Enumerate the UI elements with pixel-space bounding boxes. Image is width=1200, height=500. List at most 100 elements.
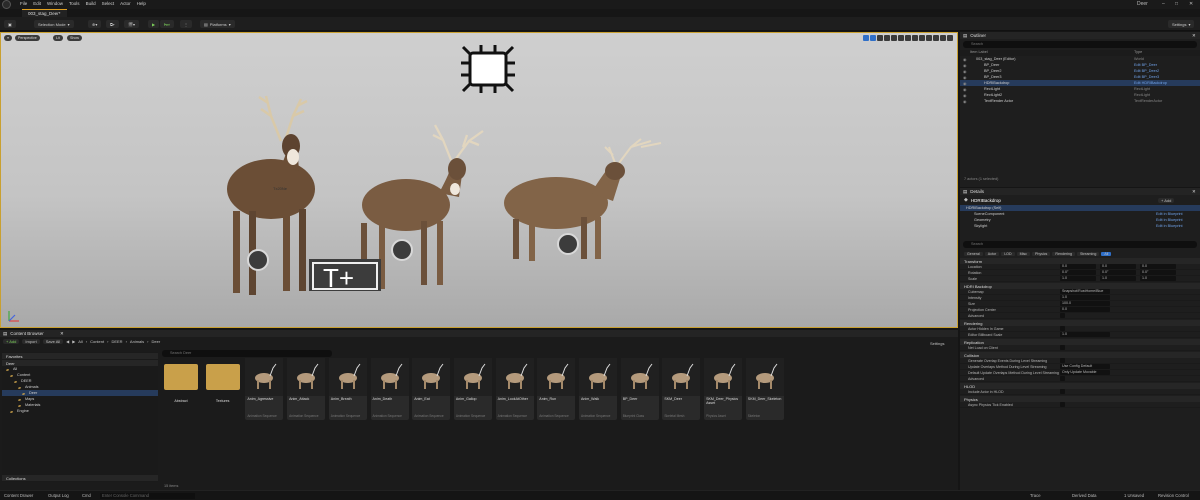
vector-field-y[interactable]: 1.0 (1100, 276, 1136, 281)
breadcrumb-item[interactable]: Animals (130, 339, 144, 344)
outliner-row[interactable]: ◉ TextRender Actor TextRenderActor (960, 98, 1200, 104)
asset-tile[interactable]: Anim_Gallop Animation Sequence (453, 358, 492, 420)
property-checkbox[interactable] (1060, 389, 1065, 394)
back-arrow-icon[interactable]: ◀ (66, 339, 69, 344)
filter-tab-lod[interactable]: LOD (1001, 251, 1015, 256)
close-icon[interactable]: ✕ (60, 331, 64, 337)
asset-tile[interactable]: SKM_Deer_Physics Asset Physics Asset (704, 358, 743, 420)
grid-size-icon[interactable] (905, 35, 911, 41)
viewport-menu-button[interactable]: ≡ (4, 35, 13, 41)
outliner-row-type[interactable]: RectLight (1134, 87, 1150, 91)
property-checkbox[interactable] (1060, 402, 1065, 407)
outliner-row-type[interactable]: TextRenderActor (1134, 99, 1162, 103)
outliner-row-type[interactable]: Edit BP_Deer3 (1134, 75, 1159, 79)
blueprint-button[interactable]: ⧉▾ (106, 20, 119, 28)
rotate-tool-icon[interactable] (877, 35, 883, 41)
vector-field-x[interactable]: 1.0 (1060, 276, 1096, 281)
rotation-size-icon[interactable] (919, 35, 925, 41)
vector-field-z[interactable]: 0.0 (1140, 264, 1176, 269)
level-tab[interactable]: 003_stag_Deer* (22, 9, 67, 17)
asset-tile[interactable]: SKM_Deer_Skeleton Skeleton (745, 358, 784, 420)
property-value-field[interactable]: 100.0 (1060, 301, 1110, 306)
outliner-row-type[interactable]: Edit BP_Deer2 (1134, 69, 1159, 73)
vector-field-z[interactable]: 0.0° (1140, 270, 1176, 275)
show-button[interactable]: Show (67, 35, 82, 41)
filter-tab-all[interactable]: All (1101, 251, 1112, 256)
world-space-icon[interactable] (891, 35, 897, 41)
outliner-row-type[interactable]: RectLight (1134, 93, 1150, 97)
play-mode-button[interactable]: ⋮ (180, 20, 192, 28)
asset-tile[interactable]: Anim_Walk Animation Sequence (579, 358, 617, 420)
filter-tab-general[interactable]: General (964, 251, 983, 256)
save-all-button[interactable]: Save All (42, 339, 64, 344)
filter-tab-rendering[interactable]: Rendering (1052, 251, 1075, 256)
menu-item-window[interactable]: Window (47, 1, 63, 6)
asset-tile[interactable]: SKM_Deer Skeletal Mesh (662, 358, 701, 420)
menu-item-actor[interactable]: Actor (120, 1, 131, 6)
add-actor-button[interactable]: ⊕▾ (88, 20, 102, 28)
menu-item-file[interactable]: File (20, 1, 27, 6)
snap-grid-icon[interactable] (898, 35, 904, 41)
snap-rotation-icon[interactable] (912, 35, 918, 41)
minimize-icon[interactable]: – (1162, 1, 1165, 7)
visibility-eye-icon[interactable]: ◉ (963, 75, 966, 80)
outliner-row-type[interactable]: World (1134, 57, 1144, 61)
asset-tile[interactable]: Anim_Death Animation Sequence (370, 358, 409, 420)
vector-field-y[interactable]: 0.0° (1100, 270, 1136, 275)
visibility-eye-icon[interactable]: ◉ (963, 81, 966, 86)
close-icon[interactable]: ✕ (1192, 33, 1196, 39)
asset-tile[interactable]: Anim_Run Animation Sequence (537, 358, 576, 420)
favorites-section[interactable]: Favorites (2, 353, 158, 359)
content-settings-button[interactable]: Settings (930, 341, 944, 346)
folder-tree-item[interactable]: ▰ Engine (2, 408, 158, 414)
menu-item-edit[interactable]: Edit (33, 1, 41, 6)
menu-item-select[interactable]: Select (102, 1, 115, 6)
unreal-logo-icon[interactable] (2, 0, 11, 9)
breadcrumb-item[interactable]: All (78, 339, 82, 344)
filter-tab-misc[interactable]: Misc (1016, 251, 1030, 256)
asset-tile[interactable]: Anim_LookAtOther Animation Sequence (495, 358, 534, 420)
asset-tile[interactable]: Abstract (162, 358, 200, 420)
vector-field-y[interactable]: 0.0 (1100, 264, 1136, 269)
component-row[interactable]: Skylight Edit in Blueprint (960, 223, 1200, 229)
move-tool-icon[interactable] (870, 35, 876, 41)
perspective-button[interactable]: Perspective (15, 35, 40, 41)
snap-scale-icon[interactable] (926, 35, 932, 41)
property-checkbox[interactable] (1060, 376, 1065, 381)
close-icon[interactable]: ✕ (1192, 189, 1196, 195)
deer-model-3[interactable] (501, 133, 671, 263)
breadcrumb-item[interactable]: DEER (111, 339, 122, 344)
settings-button[interactable]: Settings ▾ (1168, 20, 1195, 28)
deer-2-gizmo-icon[interactable] (391, 239, 413, 261)
deer-model-1[interactable] (211, 71, 321, 303)
edit-in-blueprint-link[interactable]: Edit in Blueprint (1156, 212, 1183, 216)
trace-button[interactable]: Trace (1030, 493, 1041, 498)
play-button[interactable]: ▶ (148, 20, 160, 28)
vector-field-z[interactable]: 1.0 (1140, 276, 1176, 281)
asset-tile[interactable]: BP_Deer Blueprint Class (620, 358, 659, 420)
breadcrumb-item[interactable]: Deer (152, 339, 161, 344)
asset-tile[interactable]: Anim_Eat Animation Sequence (412, 358, 451, 420)
unsaved-button[interactable]: 1 Unsaved (1124, 493, 1144, 498)
revision-control-button[interactable]: Revision Control (1158, 493, 1189, 498)
filter-tab-physics[interactable]: Physics (1031, 251, 1051, 256)
add-component-button[interactable]: + Add (1158, 198, 1175, 203)
filter-tab-streaming[interactable]: Streaming (1076, 251, 1100, 256)
import-button[interactable]: Import (22, 339, 40, 344)
breadcrumb-item[interactable]: Content (90, 339, 104, 344)
rect-light-sprite-icon[interactable] (459, 43, 517, 95)
filter-tab-actor[interactable]: Actor (984, 251, 1000, 256)
property-checkbox[interactable] (1060, 358, 1065, 363)
visibility-eye-icon[interactable]: ◉ (963, 99, 966, 104)
level-viewport[interactable]: ≡ Perspective Lit Show Tx20Ne T+ (0, 32, 958, 328)
edit-in-blueprint-link[interactable]: Edit in Blueprint (1156, 218, 1183, 222)
console-command-input[interactable]: Enter Console Command (100, 493, 195, 499)
outliner-row-type[interactable]: Edit HDRIBackdrop (1134, 81, 1167, 85)
asset-tile[interactable]: Anim_Attack Animation Sequence (287, 358, 326, 420)
forward-arrow-icon[interactable]: ▶ (72, 339, 75, 344)
collections-section[interactable]: Collections (2, 475, 158, 481)
scale-size-icon[interactable] (933, 35, 939, 41)
property-value-field[interactable]: 0.0 (1060, 307, 1110, 312)
edit-in-blueprint-link[interactable]: Edit in Blueprint (1156, 224, 1183, 228)
cinematics-button[interactable]: 🎬▾ (124, 20, 139, 28)
